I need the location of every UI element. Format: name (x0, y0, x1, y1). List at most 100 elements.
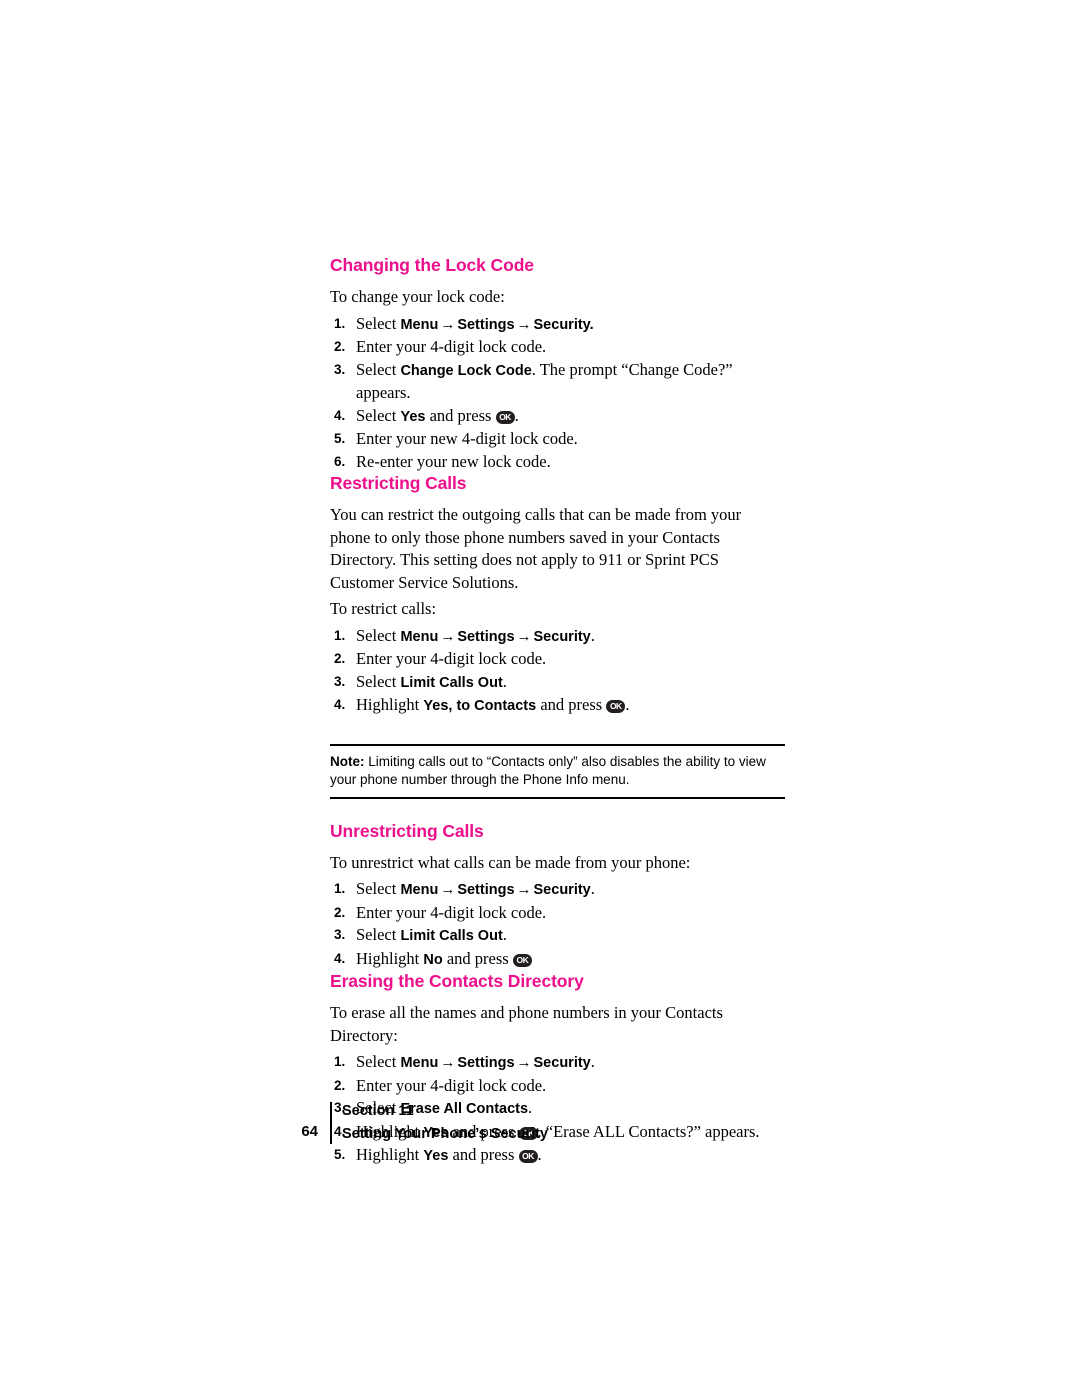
list-item: 4. Highlight Yes, to Contacts and press O… (330, 694, 785, 718)
ok-key-icon: OK (518, 1150, 538, 1163)
heading-restricting-calls: Restricting Calls (330, 473, 467, 493)
ok-key-icon: OK (495, 410, 515, 424)
footer-text: Section 11 Setting Your Phone’s Security (342, 1100, 548, 1146)
step-text: Select (356, 313, 401, 333)
step-text-tail: . (625, 695, 630, 714)
footer-section-label: Section 11 (342, 1103, 414, 1119)
intro-restricting-calls: To restrict calls: (330, 599, 437, 618)
steps-unrestricting-calls: 1. Select Menu → Settings → Security. 2. Enter… (330, 878, 785, 971)
step-number: 2. (334, 339, 346, 354)
step-text: Select (356, 625, 401, 645)
intro-unrestricting-calls: To unrestrict what calls can be made fro… (330, 852, 691, 872)
step-text-tail: . (537, 1145, 542, 1164)
arrow-icon: → (440, 628, 456, 645)
step-number: 4. (334, 697, 346, 712)
step-number: 1. (334, 881, 346, 896)
step-number: 5. (334, 1147, 346, 1162)
step-number: 1. (334, 627, 346, 643)
step-text: Select (356, 1052, 401, 1071)
step-bold-settings: Settings (457, 628, 515, 645)
list-item: 5. Enter your new 4-digit lock code. (330, 428, 785, 451)
arrow-icon: → (440, 882, 456, 898)
step-bold-menu: Menu (400, 1055, 439, 1071)
arrow-icon: → (440, 316, 456, 333)
step-number: 2. (334, 904, 346, 920)
step-text: Enter your 4-digit lock code. (356, 1075, 547, 1095)
step-bold-yes: Yes (423, 1148, 449, 1164)
step-bold-security: Security (533, 1055, 591, 1071)
step-number: 2. (334, 1077, 346, 1093)
arrow-icon: → (516, 882, 532, 898)
step-text: Highlight (356, 1145, 424, 1164)
steps-changing-the-lock-code: 1. Select Menu → Settings → Security. 2. Enter… (330, 313, 785, 474)
step-text-tail: . (502, 671, 507, 691)
heading-erasing-the-contacts-directory: Erasing the Contacts Directory (330, 971, 584, 991)
heading-unrestricting-calls: Unrestricting Calls (330, 820, 484, 841)
step-number: 4. (334, 950, 346, 966)
list-item: 3. Select Change Lock Code. The prompt “C… (330, 359, 785, 405)
list-item: 5. Highlight Yes and press OK. (330, 1144, 785, 1168)
intro-changing-the-lock-code: To change your lock code: (330, 287, 505, 306)
step-text-mid: and press (448, 1145, 519, 1164)
step-number: 1. (334, 1054, 346, 1069)
step-bold-settings: Settings (457, 316, 515, 333)
steps-restricting-calls: 1. Select Menu → Settings → Security. 2. Enter… (330, 625, 785, 718)
step-text: Highlight (356, 695, 424, 714)
step-text: Highlight (356, 948, 424, 968)
step-bold-settings: Settings (457, 882, 515, 898)
list-item: 4. Select Yes and press OK. (330, 405, 785, 429)
list-item: 3. Select Limit Calls Out. (330, 924, 785, 948)
list-item: 1. Select Menu → Settings → Security. (330, 878, 785, 902)
step-bold-no: No (423, 951, 443, 968)
list-item: 3. Select Limit Calls Out. (330, 671, 785, 695)
page-content: Changing the Lock Code To change your lo… (330, 255, 785, 1168)
step-bold-settings: Settings (457, 1055, 515, 1071)
step-number: 2. (334, 651, 346, 666)
step-number: 1. (334, 315, 346, 331)
step-number: 4. (334, 407, 346, 423)
note-body: Limiting calls out to “Contacts only” al… (330, 753, 766, 787)
step-bold-menu: Menu (400, 628, 439, 645)
step-bold-yes-to-contacts: Yes, to Contacts (423, 698, 537, 714)
note-box: Note: Limiting calls out to “Contacts on… (330, 743, 785, 799)
ok-key-icon: OK (606, 700, 626, 713)
list-item: 6. Re-enter your new lock code. (330, 451, 785, 474)
step-bold-menu: Menu (400, 316, 439, 333)
list-item: 2. Enter your 4-digit lock code. (330, 336, 785, 359)
step-number: 3. (334, 927, 346, 942)
step-bold-security: Security (533, 316, 590, 333)
step-text: Select (356, 671, 401, 691)
heading-changing-the-lock-code: Changing the Lock Code (330, 255, 534, 275)
step-bold-yes: Yes (400, 408, 426, 425)
step-text: Select (356, 925, 401, 944)
step-text-mid: and press (536, 695, 607, 714)
step-bold-security: Security (533, 882, 591, 898)
page-number: 64 (301, 1123, 318, 1140)
arrow-icon: → (516, 316, 532, 333)
step-bold-menu: Menu (400, 882, 439, 898)
arrow-icon: → (516, 1055, 532, 1071)
step-bold-limit-calls-out: Limit Calls Out (400, 674, 503, 691)
step-number: 3. (334, 361, 346, 377)
step-text: Select (356, 405, 401, 425)
step-text: Enter your 4-digit lock code. (356, 337, 547, 356)
list-item: 1. Select Menu → Settings → Security. (330, 1051, 785, 1075)
step-period: . (589, 316, 594, 333)
step-text: Select (356, 359, 401, 379)
step-text-mid: and press (425, 405, 496, 425)
paragraph-restricting-calls: You can restrict the outgoing calls that… (330, 505, 742, 592)
list-item: 4. Highlight No and press OK (330, 948, 785, 972)
list-item: 2. Enter your 4-digit lock code. (330, 1075, 785, 1098)
step-number: 6. (334, 453, 346, 469)
step-text-mid: and press (442, 948, 513, 968)
step-text: Enter your 4-digit lock code. (356, 649, 547, 668)
step-text-tail: . (514, 405, 519, 425)
page-footer: 64 Section 11 Setting Your Phone’s Secur… (288, 1100, 788, 1146)
arrow-icon: → (516, 628, 532, 645)
list-item: 2. Enter your 4-digit lock code. (330, 648, 785, 671)
step-number: 3. (334, 673, 346, 689)
step-period: . (590, 1052, 595, 1071)
step-text: Re-enter your new lock code. (356, 451, 551, 471)
step-number: 5. (334, 431, 346, 446)
list-item: 1. Select Menu → Settings → Security. (330, 313, 785, 337)
